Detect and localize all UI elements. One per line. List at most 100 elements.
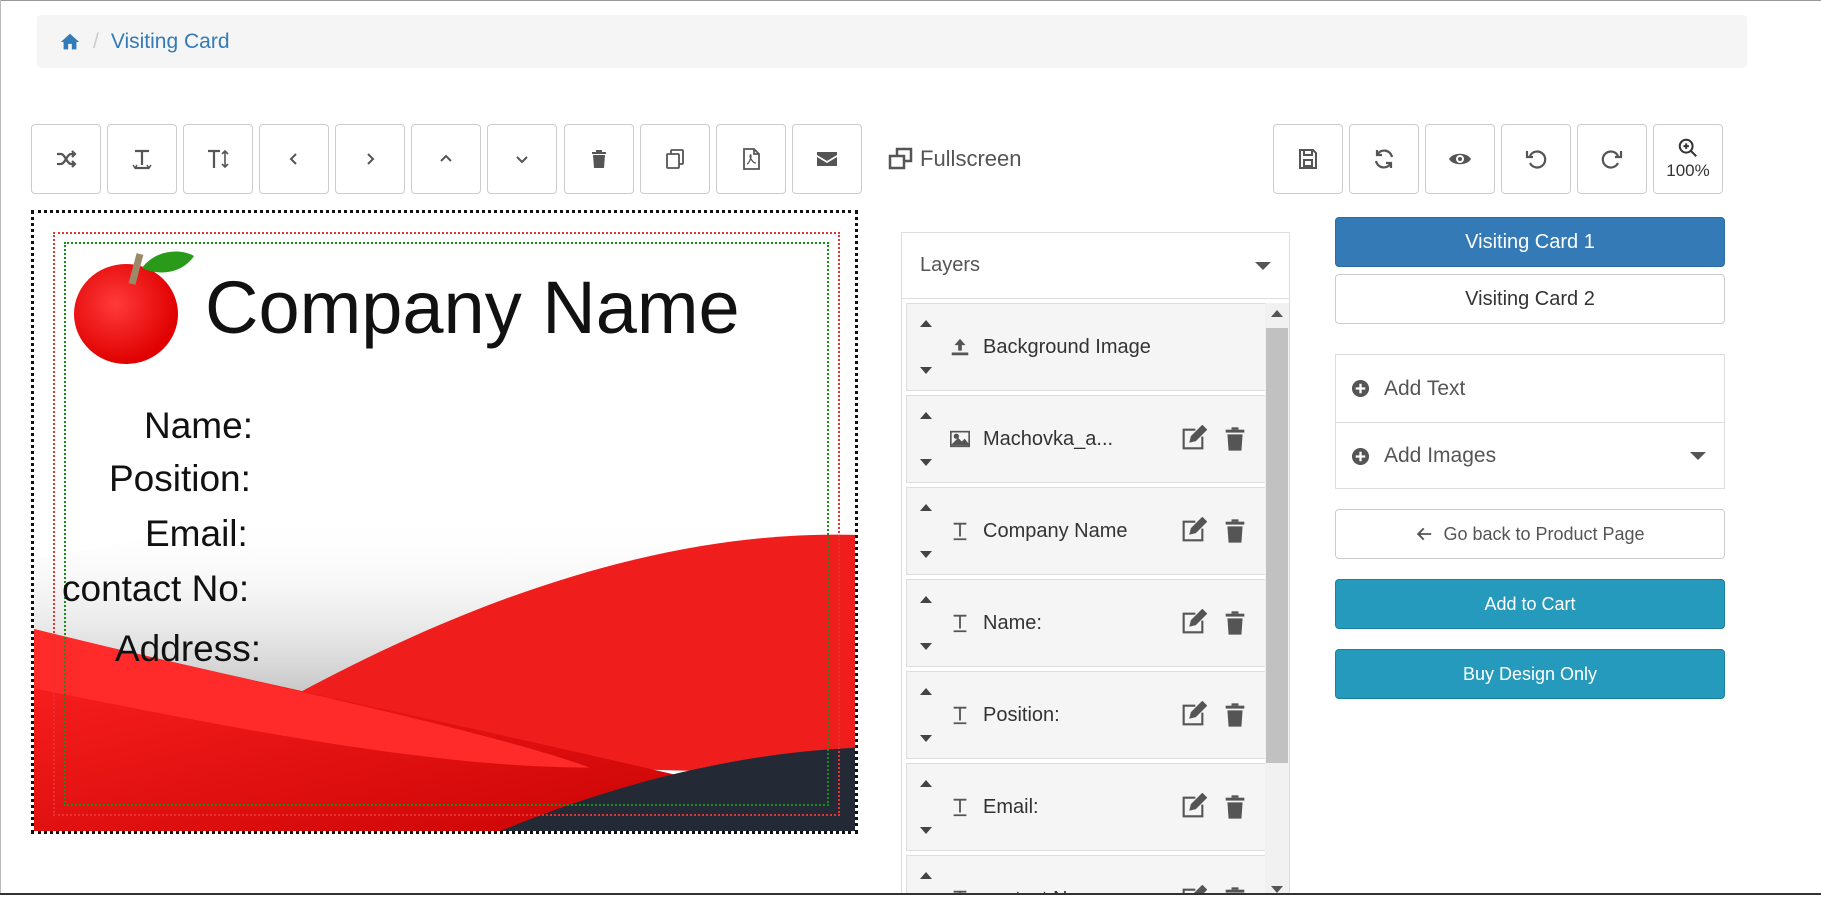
save-button[interactable] (1273, 124, 1343, 194)
layer-up-icon[interactable] (920, 320, 932, 327)
upload-icon (947, 335, 973, 359)
envelope-icon (817, 152, 837, 166)
scroll-up-icon[interactable] (1271, 310, 1283, 317)
edit-icon[interactable] (1179, 701, 1207, 729)
layer-up-icon[interactable] (920, 688, 932, 695)
redo-icon (1601, 150, 1623, 169)
text-icon (947, 795, 973, 819)
caret-down-icon (1255, 261, 1271, 270)
save-icon (1299, 149, 1317, 169)
scroll-down-icon[interactable] (1271, 886, 1283, 893)
email-button[interactable] (792, 124, 862, 194)
refresh-icon (1374, 149, 1394, 169)
file-pdf-icon (743, 148, 760, 170)
go-back-label: Go back to Product Page (1443, 523, 1645, 544)
home-icon[interactable] (59, 31, 81, 53)
chevron-up-icon (440, 154, 452, 162)
text-icon (132, 149, 152, 170)
design-canvas[interactable]: Company Name Name: Position: Email: cont… (31, 210, 858, 834)
align-left-button[interactable] (259, 124, 329, 194)
redo-button[interactable] (1577, 124, 1647, 194)
visiting-card-1-button[interactable]: Visiting Card 1 (1335, 217, 1725, 267)
layer-down-icon[interactable] (920, 367, 932, 374)
apple-logo-image[interactable] (70, 244, 194, 368)
add-text-item[interactable]: Add Text (1336, 355, 1724, 422)
trash-icon[interactable] (1221, 609, 1249, 637)
breadcrumb-separator: / (93, 29, 99, 53)
card-address-label[interactable]: Address: (115, 628, 261, 670)
trash-icon[interactable] (1221, 701, 1249, 729)
copy-button[interactable] (640, 124, 710, 194)
layer-item[interactable]: contact No: (906, 855, 1266, 896)
layer-item[interactable]: Position: (906, 671, 1266, 759)
undo-button[interactable] (1501, 124, 1571, 194)
layer-label: Email: (983, 795, 1039, 818)
image-icon (947, 427, 973, 451)
add-to-cart-button[interactable]: Add to Cart (1335, 579, 1725, 629)
layer-up-icon[interactable] (920, 504, 932, 511)
trash-icon (592, 150, 606, 168)
zoom-button[interactable]: 100% (1653, 124, 1723, 194)
go-back-button[interactable]: Go back to Product Page (1335, 509, 1725, 559)
card-company-name[interactable]: Company Name (205, 265, 740, 350)
layer-item[interactable]: Email: (906, 763, 1266, 851)
move-down-button[interactable] (487, 124, 557, 194)
layer-label: Machovka_a... (983, 427, 1114, 450)
layer-up-icon[interactable] (920, 780, 932, 787)
add-images-item[interactable]: Add Images (1336, 422, 1724, 489)
layers-panel: Layers Background Image Machovka_a... Co… (901, 232, 1290, 897)
layer-down-icon[interactable] (920, 459, 932, 466)
eye-icon (1449, 153, 1471, 165)
shuffle-button[interactable] (31, 124, 101, 194)
fullscreen-label: Fullscreen (920, 146, 1022, 171)
layer-down-icon[interactable] (920, 827, 932, 834)
trash-icon[interactable] (1221, 517, 1249, 545)
text-height-button[interactable] (183, 124, 253, 194)
trash-icon[interactable] (1221, 793, 1249, 821)
add-elements-panel: Add Text Add Images (1335, 354, 1725, 489)
delete-button[interactable] (564, 124, 634, 194)
scroll-thumb[interactable] (1266, 328, 1288, 763)
preview-button[interactable] (1425, 124, 1495, 194)
caret-down-icon (1690, 452, 1706, 460)
layer-item[interactable]: Company Name (906, 487, 1266, 575)
buy-design-button[interactable]: Buy Design Only (1335, 649, 1725, 699)
move-up-button[interactable] (411, 124, 481, 194)
breadcrumb: / Visiting Card (37, 15, 1747, 68)
edit-icon[interactable] (1179, 609, 1207, 637)
layers-scrollbar[interactable] (1265, 303, 1289, 896)
chevron-left-icon (289, 153, 297, 165)
layer-item[interactable]: Name: (906, 579, 1266, 667)
undo-icon (1525, 150, 1547, 169)
chevron-down-icon (516, 156, 528, 164)
layer-list: Background Image Machovka_a... Company N… (906, 303, 1266, 896)
add-text-label: Add Text (1384, 376, 1466, 400)
visiting-card-2-button[interactable]: Visiting Card 2 (1335, 274, 1725, 324)
layer-item[interactable]: Machovka_a... (906, 395, 1266, 483)
align-right-button[interactable] (335, 124, 405, 194)
pdf-button[interactable] (716, 124, 786, 194)
edit-icon[interactable] (1179, 425, 1207, 453)
card-email-label[interactable]: Email: (145, 513, 248, 555)
layer-down-icon[interactable] (920, 735, 932, 742)
layer-down-icon[interactable] (920, 551, 932, 558)
card-position-label[interactable]: Position: (109, 458, 251, 500)
edit-icon[interactable] (1179, 793, 1207, 821)
text-button[interactable] (107, 124, 177, 194)
card-name-label[interactable]: Name: (144, 405, 253, 447)
refresh-button[interactable] (1349, 124, 1419, 194)
card-contact-label[interactable]: contact No: (62, 568, 249, 610)
layer-up-icon[interactable] (920, 596, 932, 603)
breadcrumb-current[interactable]: Visiting Card (111, 30, 230, 54)
layer-up-icon[interactable] (920, 412, 932, 419)
layer-item[interactable]: Background Image (906, 303, 1266, 391)
text-icon (947, 519, 973, 543)
fullscreen-toggle[interactable]: Fullscreen (888, 146, 1021, 172)
edit-icon[interactable] (1179, 517, 1207, 545)
text-icon (947, 611, 973, 635)
layer-down-icon[interactable] (920, 643, 932, 650)
trash-icon[interactable] (1221, 425, 1249, 453)
layer-up-icon[interactable] (920, 872, 932, 879)
text-icon (947, 703, 973, 727)
layers-header[interactable]: Layers (902, 233, 1289, 299)
